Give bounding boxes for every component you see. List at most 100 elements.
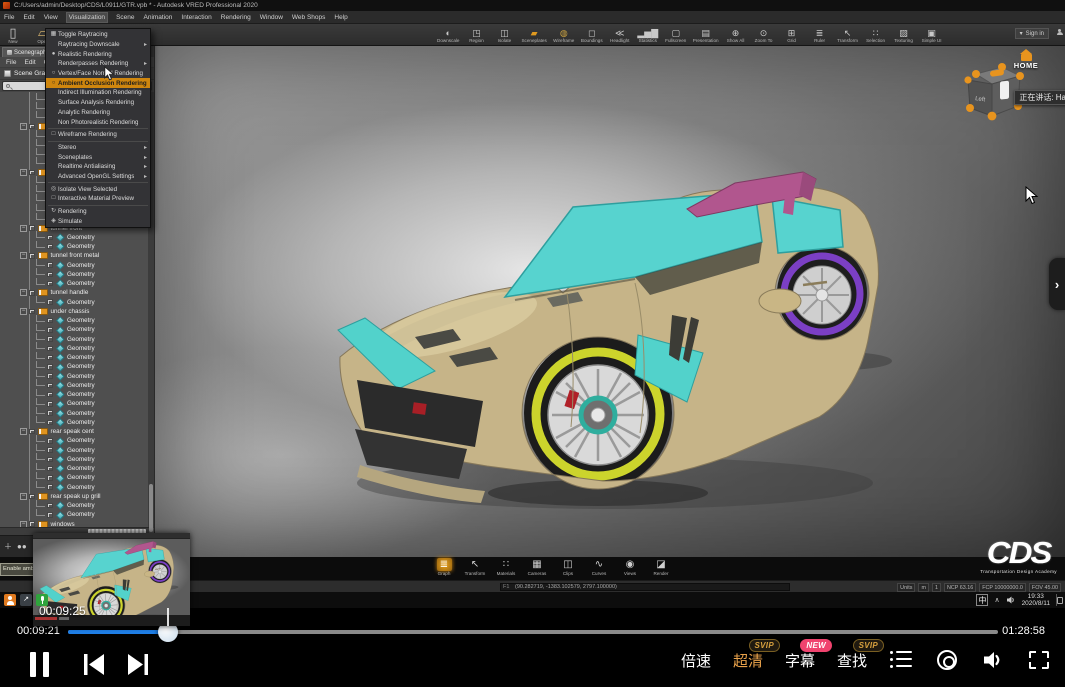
visibility-checkbox[interactable] xyxy=(47,272,53,278)
sg-menu-edit[interactable]: Edit xyxy=(24,59,35,66)
pause-button[interactable] xyxy=(30,652,54,677)
fullscreen-icon[interactable] xyxy=(1027,648,1051,672)
tree-node-geometry[interactable]: Geometry xyxy=(0,473,154,482)
visibility-checkbox[interactable] xyxy=(47,373,53,379)
toolbar-texturing-button[interactable]: ▨Texturing xyxy=(893,24,915,46)
tree-node-geometry[interactable]: Geometry xyxy=(0,483,154,492)
add-keyframe-button[interactable]: ＋ xyxy=(4,543,12,551)
menu-view[interactable]: View xyxy=(44,14,58,21)
tree-node-geometry[interactable]: Geometry xyxy=(0,242,154,251)
viz-menu-item-renderpasses-rendering[interactable]: Renderpasses Rendering▸ xyxy=(46,59,150,69)
visibility-checkbox[interactable] xyxy=(29,253,35,259)
visibility-checkbox[interactable] xyxy=(29,225,35,231)
clock[interactable]: 19:33 2020/8/11 xyxy=(1022,593,1050,607)
notification-center-icon[interactable] xyxy=(1056,594,1063,606)
expander-icon[interactable]: − xyxy=(20,308,27,315)
dock-materials-button[interactable]: ∷Materials xyxy=(494,558,518,576)
expander-icon[interactable]: − xyxy=(20,428,27,435)
tree-group-tunnel-handle[interactable]: −tunnel handle xyxy=(0,288,154,297)
toolbar-grid-button[interactable]: ⊞Grid xyxy=(781,24,803,46)
viz-menu-item-wireframe-rendering[interactable]: □Wireframe Rendering xyxy=(46,130,150,140)
menu-rendering[interactable]: Rendering xyxy=(221,14,251,21)
visibility-checkbox[interactable] xyxy=(29,170,35,176)
user-account-icon[interactable] xyxy=(1056,29,1062,35)
visibility-checkbox[interactable] xyxy=(47,281,53,287)
viz-menu-item-indirect-illumination-rendering[interactable]: Indirect Illumination Rendering xyxy=(46,88,150,98)
viz-menu-item-analytic-rendering[interactable]: Analytic Rendering xyxy=(46,108,150,118)
tree-node-geometry[interactable]: Geometry xyxy=(0,381,154,390)
menu-file[interactable]: File xyxy=(4,14,14,21)
ime-indicator[interactable]: 中 xyxy=(976,594,988,606)
dock-transform-button[interactable]: ↖Transform xyxy=(463,558,487,576)
tree-node-geometry[interactable]: Geometry xyxy=(0,501,154,510)
visibility-checkbox[interactable] xyxy=(47,244,53,250)
visibility-checkbox[interactable] xyxy=(47,346,53,352)
tree-node-geometry[interactable]: Geometry xyxy=(0,418,154,427)
visibility-checkbox[interactable] xyxy=(47,447,53,453)
tree-group-under-chassis[interactable]: −under chassis xyxy=(0,307,154,316)
visibility-checkbox[interactable] xyxy=(47,364,53,370)
volume-icon[interactable] xyxy=(981,648,1005,672)
viz-menu-item-vertex-face-normal-rendering[interactable]: ○Vertex/Face Normal Rendering xyxy=(46,69,150,79)
dock-curves-button[interactable]: ∿Curves xyxy=(587,558,611,576)
viz-menu-item-raytracing-downscale[interactable]: Raytracing Downscale▸ xyxy=(46,40,150,50)
menu-interaction[interactable]: Interaction xyxy=(181,14,211,21)
dock-render-button[interactable]: ◪Render xyxy=(649,558,673,576)
viz-menu-item-ambient-occlusion-rendering[interactable]: ○Ambient Occlusion Rendering xyxy=(46,78,150,88)
dock-views-button[interactable]: ◉Views xyxy=(618,558,642,576)
tree-node-geometry[interactable]: Geometry xyxy=(0,270,154,279)
viz-menu-item-non-photorealistic-rendering[interactable]: Non Photorealistic Rendering xyxy=(46,117,150,127)
visibility-checkbox[interactable] xyxy=(47,327,53,333)
visibility-checkbox[interactable] xyxy=(29,309,35,315)
tree-node-geometry[interactable]: Geometry xyxy=(0,409,154,418)
tree-node-geometry[interactable]: Geometry xyxy=(0,261,154,270)
menu-edit[interactable]: Edit xyxy=(23,14,34,21)
sg-menu-file[interactable]: File xyxy=(6,59,16,66)
visibility-checkbox[interactable] xyxy=(47,503,53,509)
playlist-icon[interactable] xyxy=(889,648,913,672)
viz-menu-item-sceneplates[interactable]: Sceneplates▸ xyxy=(46,152,150,162)
visibility-checkbox[interactable] xyxy=(29,290,35,296)
visibility-checkbox[interactable] xyxy=(47,299,53,305)
toolbar-downscale-button[interactable]: ◐Downscale xyxy=(437,24,459,46)
viz-menu-item-toggle-raytracing[interactable]: ▦Toggle Raytracing xyxy=(46,30,150,40)
tree-group-rear-speak-up-grill[interactable]: −rear speak up grill xyxy=(0,492,154,501)
visibility-checkbox[interactable] xyxy=(47,392,53,398)
record-icon[interactable] xyxy=(935,648,959,672)
expander-icon[interactable]: − xyxy=(20,123,27,130)
tab-scenegraph[interactable]: Scenegraph xyxy=(2,47,51,57)
tree-node-geometry[interactable]: Geometry xyxy=(0,335,154,344)
player-item-button[interactable]: 字幕NEW xyxy=(785,650,815,671)
tray-caret-icon[interactable]: ∧ xyxy=(994,596,999,604)
tree-group-rear-speak-cent[interactable]: −rear speak cent xyxy=(0,427,154,436)
microphone-app-icon[interactable] xyxy=(36,594,48,606)
player-item-button[interactable]: 查找SVIP xyxy=(837,650,867,671)
contact-app-icon[interactable] xyxy=(4,594,16,606)
visibility-checkbox[interactable] xyxy=(47,475,53,481)
toolbar-boundings-button[interactable]: ◻Boundings xyxy=(581,24,603,46)
tree-group-tunnel-front-metal[interactable]: −tunnel front metal xyxy=(0,251,154,260)
expander-icon[interactable]: − xyxy=(20,252,27,259)
tree-node-geometry[interactable]: Geometry xyxy=(0,372,154,381)
seek-bar[interactable] xyxy=(68,630,998,634)
visibility-checkbox[interactable] xyxy=(47,355,53,361)
tree-node-geometry[interactable]: Geometry xyxy=(0,298,154,307)
visibility-checkbox[interactable] xyxy=(47,457,53,463)
tree-node-geometry[interactable]: Geometry xyxy=(0,436,154,445)
viz-menu-item-isolate-view-selected[interactable]: ◎Isolate View Selected xyxy=(46,184,150,194)
viz-menu-item-advanced-opengl-settings[interactable]: Advanced OpenGL Settings▸ xyxy=(46,172,150,182)
visibility-checkbox[interactable] xyxy=(29,429,35,435)
tree-node-geometry[interactable]: Geometry xyxy=(0,455,154,464)
viz-menu-item-realtime-antialiasing[interactable]: Realtime Antialiasing▸ xyxy=(46,162,150,172)
tree-node-geometry[interactable]: Geometry xyxy=(0,325,154,334)
viz-menu-item-realistic-rendering[interactable]: ●Realistic Rendering xyxy=(46,49,150,59)
expander-icon[interactable]: − xyxy=(20,493,27,500)
toolbar-wireframe-button[interactable]: ◍Wireframe xyxy=(553,24,575,46)
keyframe-dots[interactable]: ●● xyxy=(17,543,27,551)
tree-node-geometry[interactable]: Geometry xyxy=(0,362,154,371)
expander-icon[interactable]: − xyxy=(20,289,27,296)
toolbar-statistics-button[interactable]: ▂▅▇Statistics xyxy=(637,24,659,46)
toolbar-region-button[interactable]: ◳Region xyxy=(465,24,487,46)
viz-menu-item-surface-analysis-rendering[interactable]: Surface Analysis Rendering xyxy=(46,98,150,108)
menu-window[interactable]: Window xyxy=(260,14,283,21)
